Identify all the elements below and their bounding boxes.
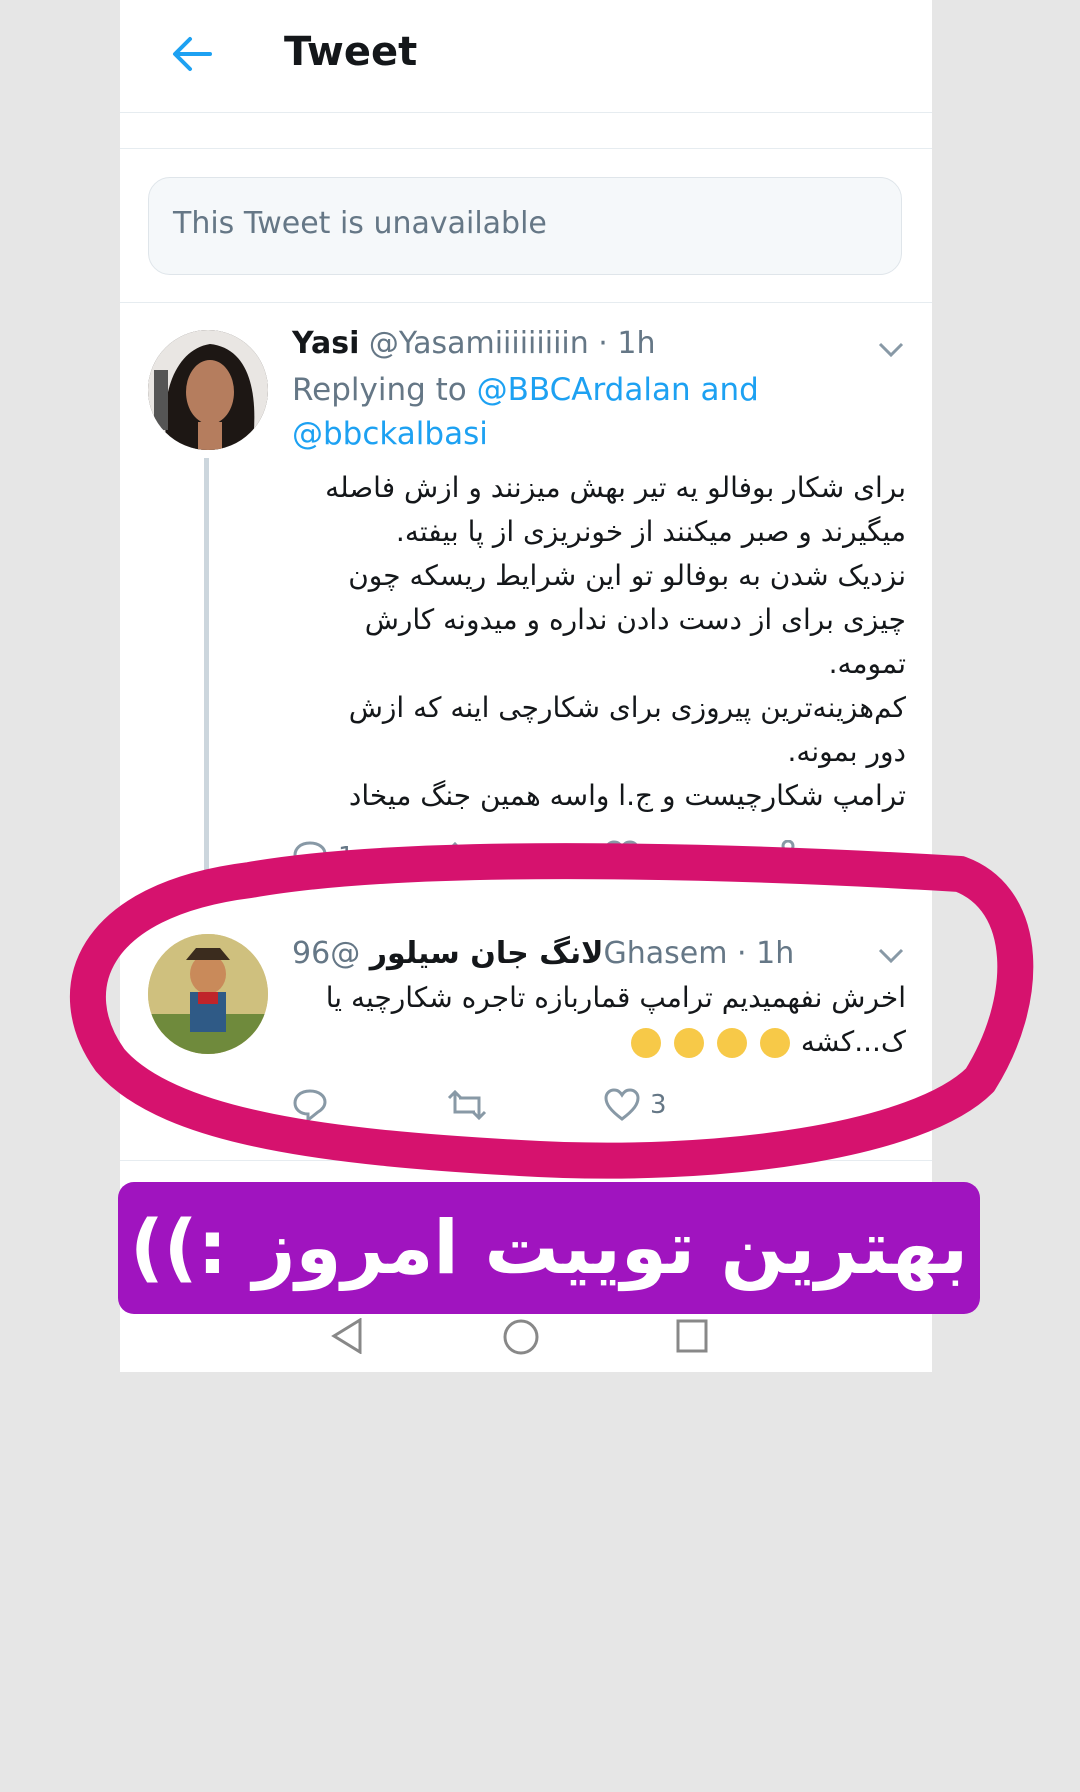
caption-text: بهترین توییت امروز :)) (129, 1205, 969, 1291)
replying-prefix: Replying to (292, 372, 467, 408)
avatar[interactable] (148, 330, 268, 450)
retweet-icon (447, 1089, 487, 1121)
chevron-down-icon[interactable] (876, 946, 906, 966)
reply-icon (293, 841, 327, 874)
top-bar: Tweet (120, 0, 932, 113)
caption-banner: بهترین توییت امروز :)) (118, 1182, 980, 1314)
tweet-body: برای شکار بوفالو یه تیر بهش میزنند و ازش… (292, 466, 906, 818)
tears-of-joy-emoji-icon (674, 1028, 705, 1058)
like-button[interactable]: 3 (604, 1088, 667, 1122)
back-nav-icon[interactable] (330, 1318, 364, 1354)
reply-count: 1 (338, 842, 355, 872)
retweet-icon (447, 841, 487, 873)
tweet-actions: 1 (292, 840, 892, 884)
user-name[interactable]: Yasi (292, 326, 359, 361)
tweet-text-line: میگیرند و صبر میکنند از خونریزی از پا بی… (395, 515, 906, 548)
reply-button[interactable]: 1 (292, 840, 355, 874)
tweet-text-fragment: ک...کشه (800, 1025, 906, 1058)
timestamp: · 1h (598, 326, 656, 361)
recents-nav-icon[interactable] (675, 1318, 709, 1354)
avatar[interactable] (148, 934, 268, 1054)
tweet-header: لانگ جان سیلور @96Ghasem · 1h (292, 936, 794, 971)
tweet-text-line: برای شکار بوفالو یه تیر بهش میزنند و ازش… (325, 471, 906, 504)
tweet-header: Yasi @Yasamiiiiiiiiin · 1h (292, 326, 655, 361)
tweet-text-line: دور بمونه. (787, 735, 906, 768)
avatar-photo (148, 330, 268, 450)
back-button[interactable] (160, 22, 224, 86)
tweet-text-line: ک...کشه (292, 1020, 906, 1064)
user-handle[interactable]: @Yasamiiiiiiiiin (369, 326, 589, 361)
user-name[interactable]: لانگ جان سیلور (370, 936, 604, 971)
home-nav-icon[interactable] (502, 1318, 540, 1356)
like-button[interactable] (604, 840, 640, 874)
tears-of-joy-emoji-icon (631, 1028, 662, 1058)
timestamp: · 1h (737, 936, 795, 971)
page-title: Tweet (284, 29, 418, 75)
unavailable-tweet-notice: This Tweet is unavailable (148, 177, 902, 275)
tweet-text-line: تمومه. (828, 647, 906, 680)
neutral-face-emoji-icon (760, 1028, 790, 1058)
tweet-text-line: چیزی برای از دست دادن نداره و میدونه کار… (364, 603, 906, 636)
retweet-button[interactable] (447, 840, 487, 874)
tweet-text-line: نزدیک شدن به بوفالو تو این شرایط ریسکه چ… (348, 559, 906, 592)
retweet-button[interactable] (447, 1088, 487, 1122)
heart-icon (604, 840, 640, 873)
divider (120, 1160, 932, 1161)
unavailable-text: This Tweet is unavailable (173, 206, 547, 241)
reply-icon (293, 1089, 327, 1122)
tweet-text-line: کم‌هزینه‌ترین پیروزی برای شکارچی اینه که… (348, 691, 906, 724)
share-icon (761, 840, 795, 874)
heart-icon (604, 1088, 640, 1121)
reply-button[interactable] (292, 1088, 328, 1122)
replying-to: Replying to @BBCArdalan and @bbckalbasi (292, 368, 852, 456)
tweet-text-line: اخرش نفهمیدیم ترامپ قماربازه تاجره شکارچ… (325, 981, 906, 1014)
share-button[interactable] (760, 840, 796, 874)
tweet-actions: 3 (292, 1088, 892, 1132)
like-count: 3 (650, 1090, 667, 1120)
tweet-text-line: ترامپ شکارچیست و ج.ا واسه همین جنگ میخاد (348, 779, 906, 812)
neutral-face-emoji-icon (717, 1028, 748, 1058)
phone-screen: Tweet This Tweet is unavailable Yasi @Ya… (120, 0, 932, 1372)
avatar-illustration (148, 934, 268, 1054)
chevron-down-icon[interactable] (876, 340, 906, 360)
arrow-left-icon (173, 37, 212, 71)
tweet-body: اخرش نفهمیدیم ترامپ قماربازه تاجره شکارچ… (292, 976, 906, 1064)
divider (120, 302, 932, 303)
thread-line (204, 458, 209, 890)
